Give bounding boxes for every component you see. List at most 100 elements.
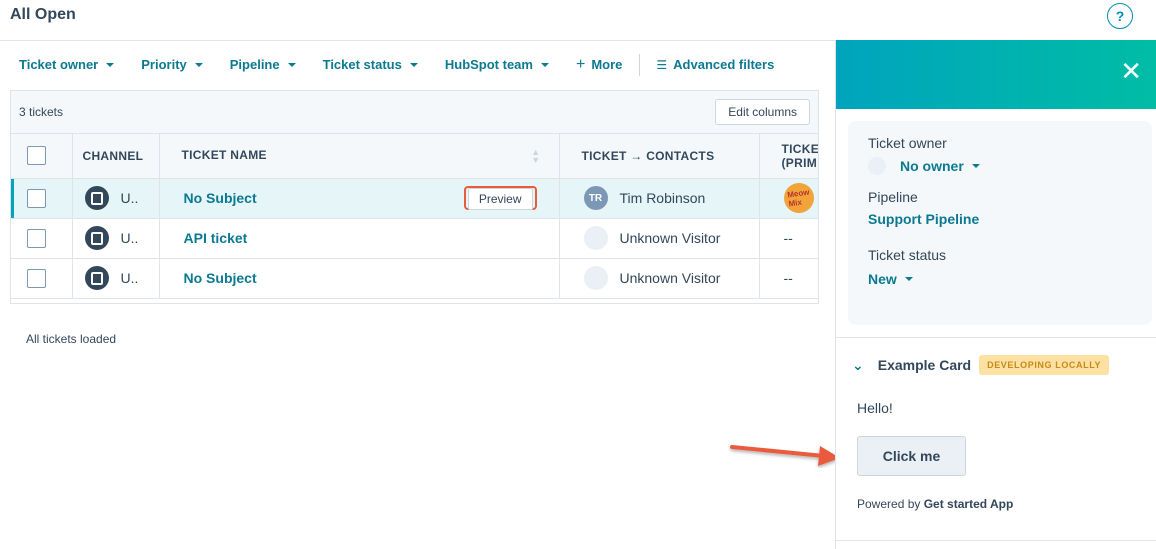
caret-down-icon	[409, 62, 418, 67]
extra-cell: Meow Mix	[759, 178, 818, 219]
column-label: TICKET NAME	[181, 147, 267, 162]
filter-label: Ticket status	[322, 57, 402, 72]
pipeline-label: Pipeline	[868, 189, 918, 205]
row-select-cell	[11, 218, 73, 259]
chevron-down-icon[interactable]: ⌄	[852, 357, 864, 374]
name-cell: API ticket	[159, 218, 560, 259]
more-label: More	[591, 57, 623, 72]
channel-cell: U..	[72, 178, 160, 219]
table-row[interactable]: U.. No Subject Unknown Visitor --	[11, 258, 818, 299]
close-icon[interactable]: ✕	[1120, 58, 1142, 84]
owner-dropdown[interactable]: No owner	[868, 157, 1132, 175]
channel-text: U..	[120, 190, 139, 206]
contact-name[interactable]: Unknown Visitor	[620, 230, 721, 246]
preview-highlight: Preview	[463, 186, 537, 210]
status-value: New	[868, 271, 897, 287]
owner-label: Ticket owner	[868, 135, 947, 151]
filter-ticket-owner[interactable]: Ticket owner	[19, 57, 115, 72]
avatar: TR	[583, 186, 608, 210]
caret-down-icon	[194, 62, 203, 67]
column-ticket-contacts[interactable]: TICKET → CONTACTS	[559, 134, 760, 179]
ticket-count: 3 tickets	[19, 105, 64, 119]
column-label-sub: (PRIM	[781, 155, 817, 170]
filter-hubspot-team[interactable]: HubSpot team	[445, 57, 549, 72]
contact-name[interactable]: Tim Robinson	[620, 190, 706, 206]
ticket-properties: Ticket owner No owner Pipeline Support P…	[848, 121, 1152, 325]
row-checkbox[interactable]	[27, 228, 46, 248]
edit-columns-button[interactable]: Edit columns	[715, 99, 810, 125]
contact-name[interactable]: Unknown Visitor	[620, 270, 721, 286]
column-ticket-name[interactable]: TICKET NAME ▲ ▼	[159, 134, 560, 179]
filter-label: Priority	[141, 57, 187, 72]
app-name: Get started App	[923, 497, 1014, 511]
powered-by-text: Powered by Get started App	[857, 497, 1013, 511]
caret-down-icon	[106, 62, 115, 67]
powered-prefix: Powered by	[857, 497, 921, 511]
filter-label: Pipeline	[229, 57, 280, 72]
row-checkbox[interactable]	[27, 268, 46, 288]
filter-bar: Ticket owner Priority Pipeline Ticket st…	[0, 40, 835, 88]
status-label: Ticket status	[868, 247, 947, 263]
chat-icon	[84, 186, 109, 210]
example-card-header[interactable]: ⌄ Example Card DEVELOPING LOCALLY	[852, 355, 1110, 375]
tickets-table: 3 tickets Edit columns CHANNEL TICKET NA…	[10, 90, 819, 304]
filter-divider	[639, 53, 641, 76]
filter-pipeline[interactable]: Pipeline	[230, 57, 296, 72]
caret-down-icon	[971, 164, 980, 168]
select-all-checkbox[interactable]	[27, 146, 46, 166]
chat-icon	[84, 266, 109, 290]
extra-cell: --	[759, 218, 818, 259]
ticket-name-link[interactable]: API ticket	[184, 230, 248, 246]
status-dropdown[interactable]: New	[868, 271, 1132, 287]
caret-down-icon	[904, 277, 913, 281]
ticket-name-link[interactable]: No Subject	[184, 270, 257, 286]
all-loaded-text: All tickets loaded	[26, 332, 117, 346]
column-channel[interactable]: CHANNEL	[72, 134, 160, 179]
avatar	[583, 266, 608, 290]
ticket-preview-panel: ✕ Ticket owner No owner Pipeline Support…	[835, 40, 1156, 549]
meow-mix-logo: Meow Mix	[781, 181, 816, 215]
click-me-button[interactable]: Click me	[857, 436, 966, 476]
pipeline-value[interactable]: Support Pipeline	[868, 211, 1132, 227]
filter-priority[interactable]: Priority	[141, 57, 203, 72]
contact-cell: Unknown Visitor	[559, 218, 760, 259]
preview-button[interactable]: Preview	[467, 188, 533, 210]
panel-divider	[836, 540, 1156, 541]
table-grid: CHANNEL TICKET NAME ▲ ▼ TICKET → CONTACTS …	[11, 134, 819, 299]
advanced-filters-button[interactable]: ☰ Advanced filters	[656, 57, 774, 72]
table-row[interactable]: U.. No Subject Preview TR Tim Robinson Meo…	[11, 178, 818, 219]
owner-value: No owner	[900, 158, 964, 174]
filter-label: Ticket owner	[19, 57, 99, 72]
contact-cell: TR Tim Robinson	[559, 178, 760, 219]
card-title: Example Card	[877, 357, 972, 373]
more-filters-button[interactable]: + More	[576, 56, 622, 74]
hello-text: Hello!	[857, 400, 893, 416]
row-checkbox[interactable]	[27, 188, 46, 208]
caret-down-icon	[540, 62, 549, 67]
select-all-cell	[11, 134, 73, 179]
filter-ticket-status[interactable]: Ticket status	[323, 57, 418, 72]
table-row[interactable]: U.. API ticket Unknown Visitor --	[11, 218, 818, 259]
channel-text: U..	[120, 230, 139, 246]
channel-cell: U..	[72, 218, 160, 259]
avatar	[583, 226, 608, 250]
channel-cell: U..	[72, 258, 160, 299]
table-toolbar: 3 tickets Edit columns	[11, 91, 818, 134]
plus-icon: +	[575, 55, 586, 73]
person-icon	[868, 157, 886, 175]
page-title: All Open	[10, 6, 76, 23]
column-label: TICKE	[781, 141, 819, 156]
sort-icon[interactable]: ▲ ▼	[531, 147, 540, 164]
advanced-filters-label: Advanced filters	[673, 57, 775, 72]
row-select-cell	[11, 258, 73, 299]
row-select-cell	[11, 178, 73, 219]
name-cell: No Subject Preview	[159, 178, 560, 219]
contact-cell: Unknown Visitor	[559, 258, 760, 299]
ticket-name-link[interactable]: No Subject	[184, 190, 257, 206]
status-badge: DEVELOPING LOCALLY	[979, 355, 1110, 375]
panel-header: ✕	[836, 40, 1156, 109]
column-extra[interactable]: TICKE (PRIM	[759, 134, 819, 179]
question-icon[interactable]: ?	[1107, 3, 1133, 29]
sliders-icon: ☰	[656, 57, 668, 72]
name-cell: No Subject	[159, 258, 560, 299]
